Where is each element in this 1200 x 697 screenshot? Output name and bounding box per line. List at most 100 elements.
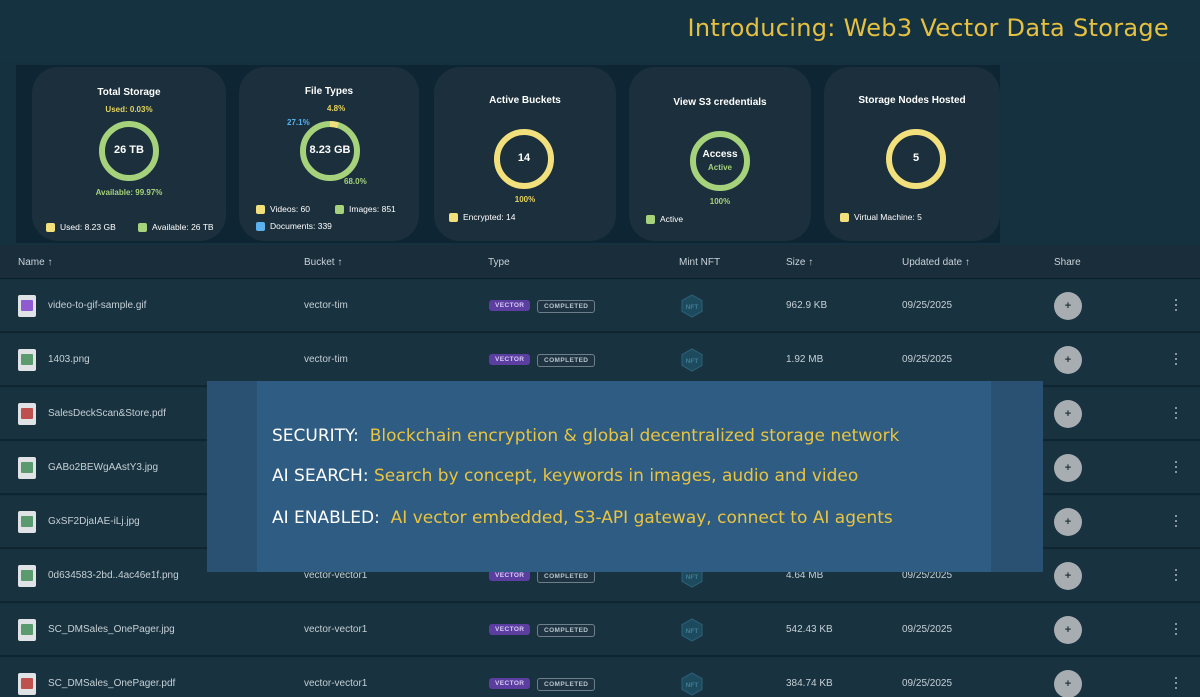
table-row[interactable]: video-to-gif-sample.gif vector-tim VECTO… — [0, 280, 1200, 333]
mint-nft-icon[interactable]: NFT — [680, 672, 704, 696]
table-row[interactable]: SC_DMSales_OnePager.jpg vector-vector1 V… — [0, 604, 1200, 657]
share-button[interactable]: + — [1054, 616, 1082, 644]
legend-used-label: Used: 8.23 GB — [60, 222, 116, 232]
more-options-icon[interactable] — [1173, 407, 1179, 421]
legend-used: Used: 8.23 GB — [46, 222, 116, 232]
pdf-file-icon — [18, 673, 36, 695]
storage-nodes-title: Storage Nodes Hosted — [858, 95, 966, 106]
file-name[interactable]: SalesDeckScan&Store.pdf — [48, 408, 166, 419]
file-name[interactable]: video-to-gif-sample.gif — [48, 300, 146, 311]
column-size[interactable]: Size ↑ — [786, 257, 813, 268]
mint-nft-icon[interactable]: NFT — [680, 294, 704, 318]
ai-search-value: Search by concept, keywords in images, a… — [373, 466, 859, 486]
file-name[interactable]: GABo2BEWgAAstY3.jpg — [48, 462, 158, 473]
vector-badge: VECTOR — [489, 624, 531, 635]
images-percent: 68.0% — [344, 177, 367, 186]
more-options-icon[interactable] — [1173, 515, 1179, 529]
file-name[interactable]: SC_DMSales_OnePager.pdf — [48, 678, 175, 689]
more-options-icon[interactable] — [1173, 569, 1179, 583]
s3-credentials-title: View S3 credentials — [673, 97, 767, 108]
file-name[interactable]: SC_DMSales_OnePager.jpg — [48, 624, 175, 635]
legend-encrypted-label: Encrypted: 14 — [463, 212, 516, 222]
s3-credentials-card[interactable]: View S3 credentials Access Active 100% A… — [629, 67, 811, 241]
nft-text: NFT — [686, 628, 699, 635]
nft-text: NFT — [686, 574, 699, 581]
legend-virtual-machine-label: Virtual Machine: 5 — [854, 212, 922, 222]
legend-documents: Documents: 339 — [256, 221, 332, 231]
more-options-icon[interactable] — [1173, 353, 1179, 367]
encrypted-swatch — [449, 212, 458, 222]
share-button[interactable]: + — [1054, 508, 1082, 536]
share-button[interactable]: + — [1054, 292, 1082, 320]
vector-badge: VECTOR — [489, 300, 531, 311]
updated-date: 09/25/2025 — [902, 624, 953, 635]
legend-active-label: Active — [660, 214, 684, 224]
total-storage-title: Total Storage — [97, 87, 161, 98]
file-types-title: File Types — [304, 86, 354, 97]
file-types-card[interactable]: File Types 4.8% 27.1% 8.23 GB 68.0% Vide… — [239, 67, 419, 241]
column-share: Share — [1054, 257, 1081, 268]
file-size: 542.43 KB — [786, 624, 833, 635]
virtual-machine-swatch — [840, 212, 849, 222]
bucket-name: vector-vector1 — [304, 678, 368, 689]
file-types-total: 8.23 GB — [309, 144, 351, 156]
more-options-icon[interactable] — [1173, 461, 1179, 475]
mint-nft-icon[interactable]: NFT — [680, 348, 704, 372]
file-name[interactable]: GxSF2DjaIAE-iLj.jpg — [48, 516, 140, 527]
file-type-glyph — [21, 678, 33, 689]
stat-cards-panel: Total Storage Used: 0.03% 26 TB Availabl… — [16, 65, 1000, 243]
legend-images: Images: 851 — [335, 204, 396, 214]
ai-enabled-key: AI ENABLED: — [272, 508, 380, 528]
total-storage-value: 26 TB — [114, 144, 144, 156]
legend-images-label: Images: 851 — [349, 204, 396, 214]
vector-badge: VECTOR — [489, 678, 531, 689]
file-name[interactable]: 0d634583-2bd..4ac46e1f.png — [48, 570, 179, 581]
more-options-icon[interactable] — [1173, 623, 1179, 637]
share-button[interactable]: + — [1054, 454, 1082, 482]
share-button[interactable]: + — [1054, 346, 1082, 374]
table-row[interactable]: 1403.png vector-tim VECTOR COMPLETED NFT… — [0, 334, 1200, 387]
images-swatch — [335, 204, 344, 214]
updated-date: 09/25/2025 — [902, 678, 953, 689]
image-file-icon — [18, 457, 36, 479]
feature-callout: SECURITY: Blockchain encryption & global… — [207, 381, 1043, 572]
legend-active: Active — [646, 214, 683, 224]
more-options-icon[interactable] — [1173, 677, 1179, 691]
headline-title: Introducing: Web3 Vector Data Storage — [687, 14, 1169, 42]
buckets-percent: 100% — [514, 195, 536, 204]
completed-badge: COMPLETED — [537, 678, 596, 691]
file-type-glyph — [21, 570, 33, 581]
column-type: Type — [488, 257, 510, 268]
column-mint-nft: Mint NFT — [679, 257, 721, 268]
file-name[interactable]: 1403.png — [48, 354, 90, 365]
active-buckets-value: 14 — [517, 152, 531, 164]
bucket-name: vector-vector1 — [304, 624, 368, 635]
bucket-name: vector-tim — [304, 354, 348, 365]
table-row[interactable]: SC_DMSales_OnePager.pdf vector-vector1 V… — [0, 658, 1200, 697]
more-options-icon[interactable] — [1173, 299, 1179, 313]
s3-access-label: Access — [702, 149, 738, 160]
active-buckets-card[interactable]: Active Buckets 14 100% Encrypted: 14 — [434, 67, 616, 241]
legend-virtual-machine: Virtual Machine: 5 — [840, 212, 922, 222]
legend-encrypted: Encrypted: 14 — [449, 212, 515, 222]
mint-nft-icon[interactable]: NFT — [680, 618, 704, 642]
file-type-glyph — [21, 354, 33, 365]
share-button[interactable]: + — [1054, 400, 1082, 428]
headline-banner: Introducing: Web3 Vector Data Storage — [0, 0, 1200, 62]
image-file-icon — [18, 565, 36, 587]
legend-available-label: Available: 26 TB — [152, 222, 214, 232]
active-buckets-title: Active Buckets — [489, 95, 561, 106]
total-storage-card[interactable]: Total Storage Used: 0.03% 26 TB Availabl… — [32, 67, 226, 241]
column-name[interactable]: Name ↑ — [18, 257, 52, 268]
active-swatch — [646, 214, 655, 224]
column-updated-date[interactable]: Updated date ↑ — [902, 257, 970, 268]
column-bucket[interactable]: Bucket ↑ — [304, 257, 342, 268]
share-button[interactable]: + — [1054, 670, 1082, 697]
videos-percent: 4.8% — [327, 104, 346, 113]
storage-nodes-card[interactable]: Storage Nodes Hosted 5 Virtual Machine: … — [824, 67, 1000, 241]
completed-badge: COMPLETED — [537, 624, 596, 637]
share-button[interactable]: + — [1054, 562, 1082, 590]
vector-badge: VECTOR — [489, 354, 531, 365]
image-file-icon — [18, 511, 36, 533]
legend-documents-label: Documents: 339 — [270, 221, 332, 231]
